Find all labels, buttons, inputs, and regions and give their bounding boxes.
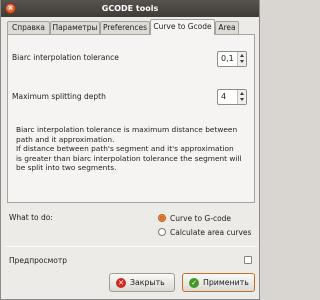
help-line: Biarc interpolation tolerance is maximum… (16, 125, 238, 134)
close-icon: × (7, 4, 14, 12)
radio-label: Calculate area curves (170, 228, 252, 237)
window-title: GCODE tools (101, 4, 159, 13)
radio-calculate-area-curves[interactable]: Calculate area curves (158, 228, 251, 237)
help-line: be split into two segments. (16, 163, 117, 173)
help-line: path and it approximation. (16, 134, 115, 144)
tab-spravka[interactable]: Справка (7, 21, 50, 34)
tab-parametry[interactable]: Параметры (50, 21, 100, 34)
dialog-window: × GCODE tools Справка Параметры Preferen… (0, 0, 260, 300)
close-button-label: Закрыть (130, 278, 165, 287)
help-line: If distance between path's segment and i… (16, 144, 234, 154)
biarc-tolerance-label: Biarc interpolation tolerance (12, 53, 119, 62)
tab-curve-to-gcode[interactable]: Curve to Gcode (150, 19, 215, 35)
radio-curve-to-gcode[interactable]: Curve to G-code (158, 214, 231, 223)
tab-panel-curve-to-gcode: Biarc interpolation tolerance 0,1 Maximu… (7, 34, 255, 203)
what-to-do-label: What to do: (9, 213, 53, 222)
title-bar: × GCODE tools (1, 0, 259, 17)
spinner-buttons[interactable] (237, 90, 246, 104)
close-button[interactable]: ✕ Закрыть (109, 273, 175, 292)
splitting-depth-value: 4 (221, 92, 227, 101)
preview-checkbox[interactable] (244, 256, 252, 264)
spin-up-icon[interactable] (240, 92, 244, 95)
splitting-depth-spinner[interactable]: 4 (217, 89, 247, 105)
splitting-depth-label: Maximum splitting depth (12, 92, 106, 101)
spin-up-icon[interactable] (240, 54, 244, 57)
check-icon: ✓ (189, 278, 199, 288)
radio-unselected-icon[interactable] (158, 228, 166, 236)
biarc-tolerance-value: 0,1 (221, 54, 234, 63)
x-icon: ✕ (116, 278, 126, 288)
radio-selected-icon[interactable] (158, 214, 166, 222)
spin-down-icon[interactable] (240, 98, 244, 101)
apply-button[interactable]: ✓ Применить (182, 273, 255, 292)
spin-down-icon[interactable] (240, 60, 244, 63)
window-close-button[interactable]: × (5, 3, 16, 14)
preview-label: Предпросмотр (9, 256, 67, 265)
spinner-buttons[interactable] (237, 52, 246, 66)
apply-button-label: Применить (203, 278, 249, 287)
biarc-tolerance-spinner[interactable]: 0,1 (217, 51, 247, 67)
tab-area[interactable]: Area (215, 21, 239, 34)
separator (5, 246, 257, 247)
help-text: Biarc interpolation tolerance is maximum… (16, 125, 252, 173)
radio-label: Curve to G-code (170, 214, 232, 223)
help-line: is greater than biarc interpolation tole… (16, 153, 242, 163)
tab-preferences[interactable]: Preferences (100, 21, 150, 34)
